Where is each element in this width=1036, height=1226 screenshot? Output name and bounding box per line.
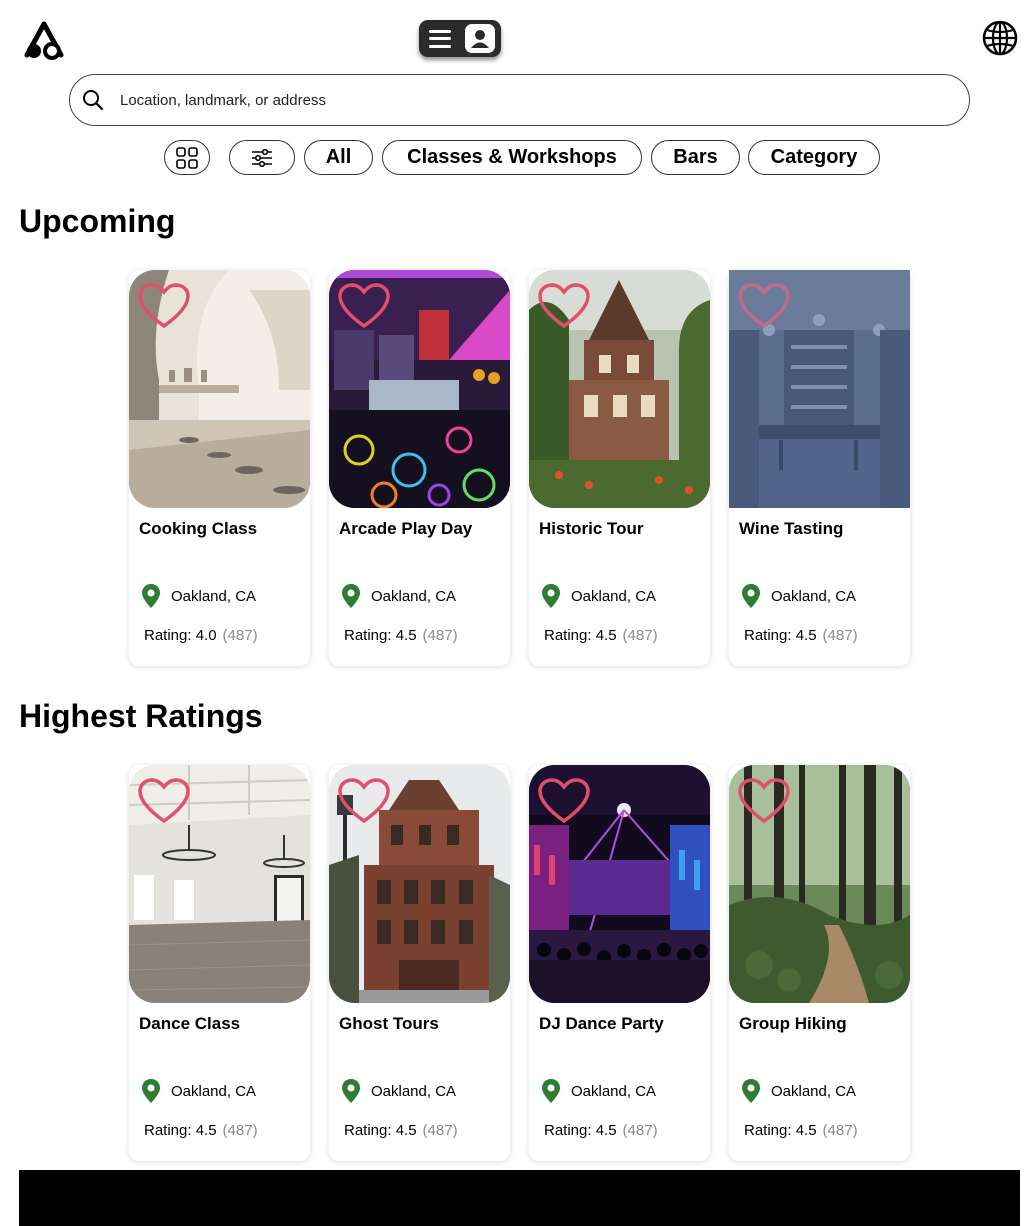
event-location: Oakland, CA bbox=[571, 588, 657, 605]
favorite-heart-icon[interactable] bbox=[137, 777, 191, 825]
event-rating: Rating: 4.5 (487) bbox=[344, 1122, 458, 1139]
review-count: (487) bbox=[822, 627, 858, 644]
event-card[interactable]: Historic Tour Oakland, CA Rating: 4.5 (48… bbox=[529, 270, 710, 666]
review-count: (487) bbox=[222, 627, 258, 644]
section-title-upcoming: Upcoming bbox=[19, 203, 176, 239]
event-rating: Rating: 4.5 (487) bbox=[344, 627, 458, 644]
event-title: Cooking Class bbox=[139, 519, 258, 538]
favorite-heart-icon[interactable] bbox=[737, 282, 791, 330]
event-title: Wine Tasting bbox=[739, 519, 844, 538]
chip-classes-workshops[interactable]: Classes & Workshops bbox=[382, 140, 642, 175]
search-icon bbox=[83, 90, 104, 111]
event-title: Ghost Tours bbox=[339, 1014, 439, 1033]
review-count: (487) bbox=[422, 1122, 458, 1139]
location-pin-icon bbox=[542, 1079, 560, 1103]
event-card[interactable]: Wine Tasting Oakland, CA Rating: 4.5 (487… bbox=[729, 270, 910, 666]
favorite-heart-icon[interactable] bbox=[137, 282, 191, 330]
location-pin-icon bbox=[342, 584, 360, 608]
footer-bar bbox=[19, 1170, 1020, 1226]
sliders-icon bbox=[252, 148, 272, 167]
location-pin-icon bbox=[142, 584, 160, 608]
filter-bar: All Classes & Workshops Bars Category bbox=[0, 140, 1036, 176]
event-title: Group Hiking bbox=[739, 1014, 847, 1033]
location-pin-icon bbox=[742, 1079, 760, 1103]
chip-bars[interactable]: Bars bbox=[651, 140, 740, 175]
event-rating: Rating: 4.0 (487) bbox=[144, 627, 258, 644]
chip-all[interactable]: All bbox=[304, 140, 373, 175]
favorite-heart-icon[interactable] bbox=[337, 777, 391, 825]
event-location: Oakland, CA bbox=[571, 1083, 657, 1100]
event-card[interactable]: Dance Class Oakland, CA Rating: 4.5 (487) bbox=[129, 765, 310, 1161]
menu-profile-toggle[interactable] bbox=[419, 20, 501, 57]
event-rating: Rating: 4.5 (487) bbox=[744, 1122, 858, 1139]
favorite-heart-icon[interactable] bbox=[737, 777, 791, 825]
section-title-highest-ratings: Highest Ratings bbox=[19, 698, 263, 734]
favorite-heart-icon[interactable] bbox=[337, 282, 391, 330]
chip-category[interactable]: Category bbox=[748, 140, 880, 175]
event-title: Dance Class bbox=[139, 1014, 241, 1033]
event-card[interactable]: Arcade Play Day Oakland, CA Rating: 4.5(… bbox=[329, 270, 510, 666]
event-title: Arcade Play Day bbox=[339, 519, 473, 538]
search-input[interactable] bbox=[120, 91, 900, 109]
event-rating: Rating: 4.5 (487) bbox=[744, 627, 858, 644]
event-location: Oakland, CA bbox=[371, 1083, 457, 1100]
event-rating: Rating: 4.5 (487) bbox=[544, 627, 658, 644]
location-pin-icon bbox=[342, 1079, 360, 1103]
event-card[interactable]: Group Hiking Oakland, CA Rating: 4.5 (487… bbox=[729, 765, 910, 1161]
event-rating: Rating: 4.5 (487) bbox=[144, 1122, 258, 1139]
event-location: Oakland, CA bbox=[171, 588, 257, 605]
review-count: (487) bbox=[622, 1122, 658, 1139]
review-count: (487) bbox=[422, 627, 458, 644]
review-count: (487) bbox=[222, 1122, 258, 1139]
event-card[interactable]: DJ Dance Party Oakland, CA Rating: 4.5 (4… bbox=[529, 765, 710, 1161]
user-profile-icon[interactable] bbox=[465, 24, 495, 53]
event-location: Oakland, CA bbox=[171, 1083, 257, 1100]
favorite-heart-icon[interactable] bbox=[537, 777, 591, 825]
event-title: Historic Tour bbox=[539, 519, 644, 538]
event-location: Oakland, CA bbox=[771, 588, 857, 605]
hamburger-menu-icon[interactable] bbox=[429, 29, 451, 48]
event-location: Oakland, CA bbox=[771, 1083, 857, 1100]
event-card[interactable]: Ghost Tours Oakland, CA Rating: 4.5 (487) bbox=[329, 765, 510, 1161]
favorite-heart-icon[interactable] bbox=[537, 282, 591, 330]
globe-language-icon[interactable] bbox=[982, 20, 1018, 56]
grid-view-button[interactable] bbox=[164, 140, 210, 175]
location-pin-icon bbox=[142, 1079, 160, 1103]
location-pin-icon bbox=[542, 584, 560, 608]
event-rating: Rating: 4.5 (487) bbox=[544, 1122, 658, 1139]
event-location: Oakland, CA bbox=[371, 588, 457, 605]
review-count: (487) bbox=[822, 1122, 858, 1139]
event-title: DJ Dance Party bbox=[539, 1014, 664, 1033]
event-card[interactable]: Cooking Class Oakland, CA Rating: 4.0 (48… bbox=[129, 270, 310, 666]
location-pin-icon bbox=[742, 584, 760, 608]
search-bar[interactable] bbox=[69, 74, 970, 126]
grid-icon bbox=[176, 146, 198, 169]
filters-button[interactable] bbox=[229, 140, 295, 175]
app-logo-icon[interactable] bbox=[22, 21, 66, 61]
review-count: (487) bbox=[622, 627, 658, 644]
